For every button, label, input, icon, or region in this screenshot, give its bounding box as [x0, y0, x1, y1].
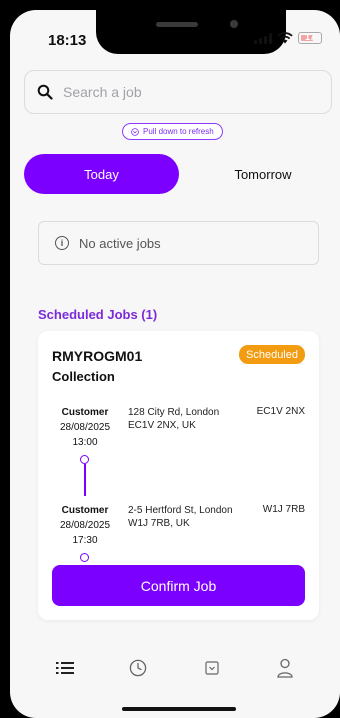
stop-time: 17:30	[72, 535, 98, 546]
nav-jobs[interactable]	[53, 656, 77, 680]
search-input[interactable]	[63, 84, 313, 100]
status-icons: 17	[254, 32, 322, 44]
confirm-job-button[interactable]: Confirm Job	[52, 565, 305, 606]
stop-date: 28/08/2025	[59, 422, 111, 433]
refresh-hint-text: Pull down to refresh	[143, 127, 214, 136]
job-type: Collection	[52, 369, 115, 384]
timeline-connector	[83, 464, 86, 496]
home-indicator	[122, 707, 236, 711]
job-card[interactable]: RMYROGM01 Collection Scheduled Customer …	[38, 331, 319, 620]
timeline-end-dot	[80, 553, 89, 562]
stop-role: Customer	[61, 505, 109, 516]
wifi-icon	[277, 32, 293, 44]
inbox-icon	[205, 661, 219, 675]
search-icon	[37, 84, 53, 100]
clock-icon	[130, 659, 147, 677]
nav-inbox[interactable]	[200, 656, 224, 680]
speaker-grille	[156, 22, 198, 27]
stop-role: Customer	[61, 407, 109, 418]
bottom-nav	[10, 650, 340, 686]
nav-profile[interactable]	[273, 656, 297, 680]
stop-address: 2-5 Hertford St, London W1J 7RB, UK	[128, 505, 233, 529]
stop-postcode: W1J 7RB	[262, 504, 305, 515]
battery-level: 17	[304, 32, 315, 42]
stop-time: 13:00	[72, 437, 98, 448]
chevron-down-icon	[131, 127, 139, 136]
signal-icon	[254, 32, 272, 44]
stop-date: 28/08/2025	[59, 520, 111, 531]
user-icon	[277, 658, 293, 678]
timeline-start-dot	[80, 455, 89, 464]
job-id: RMYROGM01	[52, 348, 143, 364]
active-jobs-empty-state: i No active jobs	[38, 221, 319, 265]
stop-postcode: EC1V 2NX	[256, 406, 305, 417]
scheduled-jobs-title: Scheduled Jobs (1)	[38, 307, 158, 322]
tab-tomorrow[interactable]: Tomorrow	[194, 154, 332, 194]
battery-icon: 17	[298, 32, 322, 44]
info-icon: i	[55, 236, 69, 250]
status-badge: Scheduled	[239, 345, 305, 364]
empty-state-text: No active jobs	[79, 235, 161, 251]
day-tabs: Today Tomorrow	[24, 154, 332, 194]
pull-to-refresh-hint: Pull down to refresh	[122, 123, 223, 140]
nav-history[interactable]	[126, 656, 150, 680]
phone-screen: 18:13 17 Pull down to refresh Today Tomo	[10, 10, 340, 718]
search-bar[interactable]	[24, 70, 332, 114]
status-time: 18:13	[48, 32, 87, 49]
tab-today[interactable]: Today	[24, 154, 179, 194]
front-camera	[230, 20, 238, 28]
list-icon	[55, 662, 74, 674]
stop-address: 128 City Rd, London EC1V 2NX, UK	[128, 407, 220, 431]
